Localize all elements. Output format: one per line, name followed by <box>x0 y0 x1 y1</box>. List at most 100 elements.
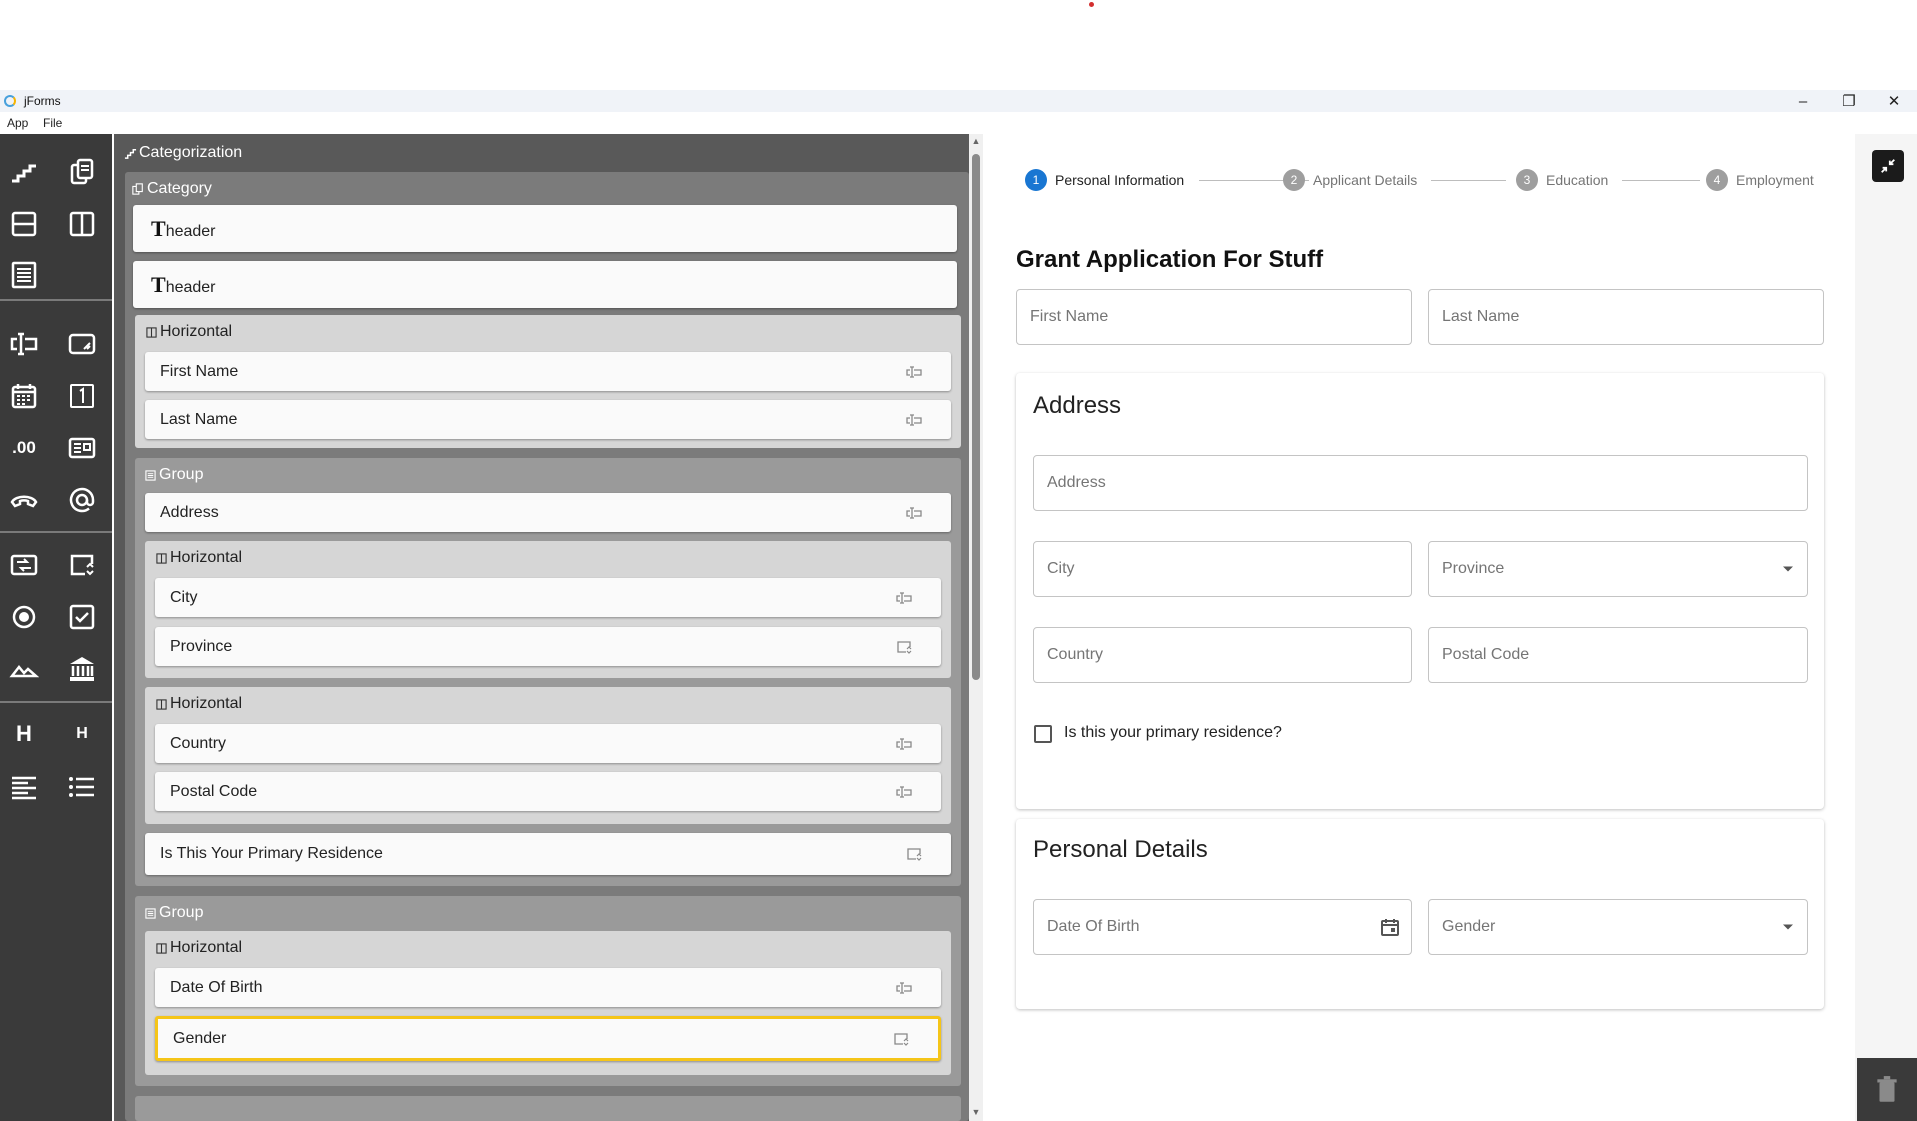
minimize-button[interactable]: – <box>1780 90 1826 112</box>
step-employment[interactable]: 4 Employment <box>1706 168 1814 192</box>
paragraph-icon[interactable] <box>4 767 44 807</box>
text-input-icon <box>895 785 913 799</box>
menu-app[interactable]: App <box>7 116 28 130</box>
horizontal-title: Horizontal <box>154 549 242 567</box>
last-name-input[interactable]: Last Name <box>1428 289 1824 345</box>
vertical-layout-icon[interactable] <box>4 204 44 244</box>
group-title: Group <box>143 904 203 922</box>
horizontal-layout[interactable]: Horizontal Country Postal Code <box>145 687 951 824</box>
calendar-icon[interactable] <box>1379 916 1401 938</box>
step-connector <box>1622 180 1700 181</box>
field-address[interactable]: Address <box>145 493 951 532</box>
step-education[interactable]: 3 Education <box>1516 168 1608 192</box>
trash-icon[interactable] <box>1857 1058 1917 1121</box>
group-small-icon <box>143 906 157 920</box>
first-name-input[interactable]: First Name <box>1016 289 1412 345</box>
text-input-icon <box>905 413 923 427</box>
horizontal-small-icon <box>154 697 168 711</box>
address-section-title: Address <box>1033 392 1122 419</box>
categorization-title: Categorization <box>123 144 242 162</box>
horizontal-layout[interactable]: Horizontal City Province <box>145 541 951 678</box>
close-button[interactable]: ✕ <box>1871 90 1917 112</box>
window-title: jForms <box>24 94 61 108</box>
step-connector <box>1431 180 1506 181</box>
checkbox-icon[interactable] <box>62 597 102 637</box>
city-input[interactable]: City <box>1033 541 1412 597</box>
province-select[interactable]: Province <box>1428 541 1808 597</box>
field-country[interactable]: Country <box>155 724 941 763</box>
swap-icon[interactable] <box>4 545 44 585</box>
text-input-icon <box>895 737 913 751</box>
field-primary-residence[interactable]: Is This Your Primary Residence <box>145 833 951 875</box>
text-input-icon[interactable] <box>4 324 44 364</box>
horizontal-small-icon <box>154 941 168 955</box>
field-city[interactable]: City <box>155 578 941 617</box>
scroll-thumb[interactable] <box>972 154 980 680</box>
group-personal[interactable]: Group Horizontal Date Of Birth Gender <box>135 896 961 1086</box>
toolbar-separator <box>0 299 112 301</box>
step-applicant-details[interactable]: 2 Applicant Details <box>1283 168 1417 192</box>
decimal-icon[interactable]: .00 <box>4 428 44 468</box>
horizontal-small-icon <box>154 551 168 565</box>
group-title: Group <box>143 466 203 484</box>
group-address[interactable]: Group Address Horizontal City Province H… <box>135 458 961 886</box>
toolbar-separator <box>0 531 112 533</box>
category-container[interactable]: Category Theader Theader Horizontal Firs… <box>125 172 969 1121</box>
category-title: Category <box>131 180 212 198</box>
integer-icon[interactable] <box>62 376 102 416</box>
date-of-birth-input[interactable]: Date Of Birth <box>1033 899 1412 955</box>
component-toolbar: .00 H H <box>0 134 112 1121</box>
field-province[interactable]: Province <box>155 627 941 666</box>
card-icon[interactable] <box>62 428 102 468</box>
field-gender-selected[interactable]: Gender <box>155 1016 941 1061</box>
postal-code-input[interactable]: Postal Code <box>1428 627 1808 683</box>
scroll-up-arrow[interactable]: ▲ <box>971 136 981 146</box>
field-postal-code[interactable]: Postal Code <box>155 772 941 811</box>
heading-small-icon[interactable]: H <box>62 714 102 754</box>
categorization-container[interactable]: Categorization Category Theader Theader … <box>117 134 969 1121</box>
email-icon[interactable] <box>62 480 102 520</box>
heading-large-icon[interactable]: H <box>4 714 44 754</box>
field-date-of-birth[interactable]: Date Of Birth <box>155 968 941 1007</box>
bank-icon[interactable] <box>62 649 102 689</box>
horizontal-title: Horizontal <box>154 695 242 713</box>
primary-residence-checkbox[interactable] <box>1034 725 1052 743</box>
country-input[interactable]: Country <box>1033 627 1412 683</box>
header-element[interactable]: Theader <box>133 261 957 308</box>
textarea-icon[interactable] <box>62 324 102 364</box>
radio-icon[interactable] <box>4 597 44 637</box>
text-input-icon <box>895 981 913 995</box>
image-icon[interactable] <box>4 649 44 689</box>
phone-icon[interactable] <box>4 480 44 520</box>
app-icon <box>4 95 16 107</box>
next-category-partial[interactable] <box>135 1096 961 1121</box>
text-input-icon <box>895 591 913 605</box>
group-icon[interactable] <box>4 255 44 295</box>
select-icon <box>895 640 913 654</box>
form-title: Grant Application For Stuff <box>1016 246 1324 273</box>
categorization-icon[interactable] <box>4 152 44 192</box>
form-builder-panel: Categorization Category Theader Theader … <box>114 134 969 1121</box>
gender-select[interactable]: Gender <box>1428 899 1808 955</box>
horizontal-layout-icon[interactable] <box>62 204 102 244</box>
select-icon[interactable] <box>62 545 102 585</box>
list-icon[interactable] <box>62 767 102 807</box>
collapse-icon[interactable] <box>1872 150 1904 182</box>
text-input-icon <box>905 506 923 520</box>
horizontal-title: Horizontal <box>154 939 242 957</box>
horizontal-layout[interactable]: Horizontal First Name Last Name <box>135 315 961 448</box>
restore-button[interactable]: ❐ <box>1826 90 1872 112</box>
menu-file[interactable]: File <box>43 116 62 130</box>
builder-scrollbar[interactable]: ▲ ▼ <box>969 134 983 1121</box>
step-personal-information[interactable]: 1 Personal Information <box>1025 168 1184 192</box>
top-blank-area <box>0 0 1917 90</box>
scroll-down-arrow[interactable]: ▼ <box>971 1107 981 1117</box>
horizontal-layout[interactable]: Horizontal Date Of Birth Gender <box>145 931 951 1075</box>
header-element[interactable]: Theader <box>133 205 957 252</box>
date-icon[interactable] <box>4 376 44 416</box>
field-last-name[interactable]: Last Name <box>145 400 951 439</box>
copy-icon[interactable] <box>62 152 102 192</box>
field-first-name[interactable]: First Name <box>145 352 951 391</box>
dropdown-arrow-icon <box>1783 566 1793 572</box>
address-input[interactable]: Address <box>1033 455 1808 511</box>
